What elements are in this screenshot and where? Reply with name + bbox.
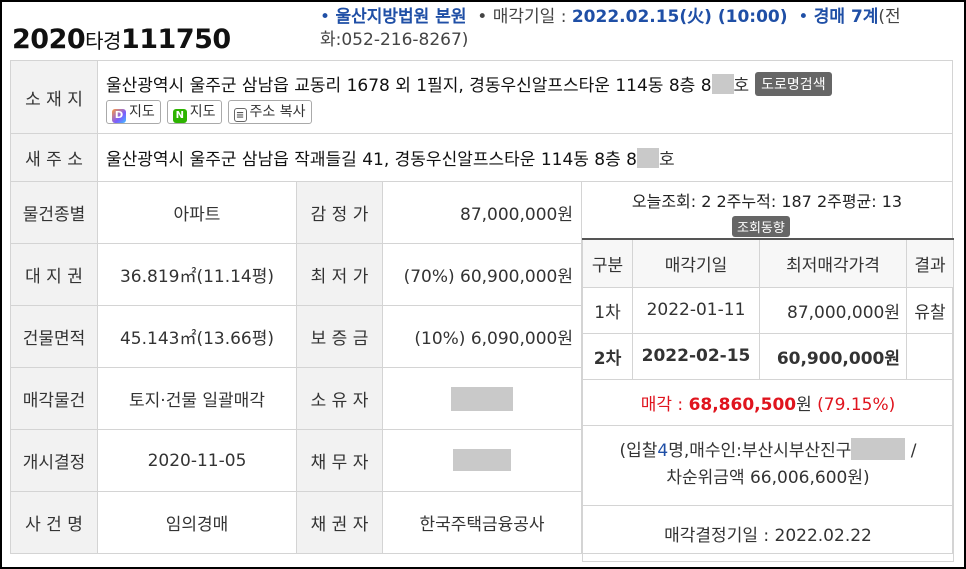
bid-info: (입찰4명,매수인:부산시부산진구 / 차순위금액 66,006,600원) bbox=[582, 424, 954, 506]
history-header-result: 결과 bbox=[906, 238, 954, 288]
building-area-label: 건물면적 bbox=[10, 305, 98, 368]
bid-count: 4 bbox=[657, 441, 669, 461]
sale-history-panel: 오늘조회: 2 2주누적: 187 2주평균: 13 조회동향 구분 매각기일 … bbox=[580, 181, 954, 562]
sale-item-value: 토지·건물 일괄매각 bbox=[97, 367, 297, 430]
new-address-cell: 울산광역시 울주군 삼남읍 작괘들길 41, 경동우신알프스타운 114동 8층… bbox=[96, 133, 954, 182]
history-price: 87,000,000원 bbox=[759, 286, 907, 334]
naver-logo-icon: N bbox=[172, 108, 187, 123]
sale-amount: 68,860,500 bbox=[688, 394, 797, 415]
case-info-header: • 울산지방법원 본원 • 매각기일 : 2022.02.15(火) (10:0… bbox=[320, 6, 960, 52]
commencement-value: 2020-11-05 bbox=[97, 429, 297, 492]
history-date: 2022-02-15 bbox=[632, 332, 760, 380]
appraisal-value: 87,000,000원 bbox=[382, 181, 582, 244]
address-text: 울산광역시 울주군 삼남읍 교동리 1678 외 1필지, 경동우신알프스타운 … bbox=[106, 75, 712, 96]
daum-map-button[interactable]: D 지도 bbox=[106, 99, 161, 124]
sale-result: 매각 : 68,860,500원 (79.15%) bbox=[582, 378, 954, 426]
debtor-value bbox=[382, 429, 582, 492]
address-cell: 울산광역시 울주군 삼남읍 교동리 1678 외 1필지, 경동우신알프스타운 … bbox=[96, 60, 954, 134]
sale-ratio: (79.15%) bbox=[817, 394, 896, 415]
decision-date: 매각결정기일 : 2022.02.22 bbox=[582, 504, 954, 562]
copy-icon: ≡ bbox=[233, 107, 247, 122]
property-info-table: 소 재 지 울산광역시 울주군 삼남읍 교동리 1678 외 1필지, 경동우신… bbox=[10, 60, 954, 562]
bullet-icon: • bbox=[320, 7, 331, 27]
masked-buyer bbox=[851, 438, 906, 460]
history-date: 2022-01-11 bbox=[632, 286, 760, 334]
appraisal-label: 감 정 가 bbox=[296, 181, 383, 244]
phone-number: 화:052-216-8267) bbox=[320, 30, 469, 50]
case-name-label: 사 건 명 bbox=[10, 491, 98, 554]
history-header-price: 최저매각가격 bbox=[759, 238, 907, 288]
masked-unit bbox=[637, 148, 659, 168]
deposit-label: 보 증 금 bbox=[296, 305, 383, 368]
creditor-value: 한국주택금융공사 bbox=[382, 491, 582, 554]
daum-logo-icon: D bbox=[112, 108, 126, 123]
auction-detail-panel: 2020타경111750 • 울산지방법원 본원 • 매각기일 : 2022.0… bbox=[0, 0, 966, 569]
sale-date-label: 매각기일 : bbox=[492, 7, 572, 27]
case-name-value: 임의경매 bbox=[97, 491, 297, 554]
view-stats: 오늘조회: 2 2주누적: 187 2주평균: 13 bbox=[631, 192, 903, 211]
naver-map-button[interactable]: N 지도 bbox=[166, 99, 222, 124]
bullet-icon: • bbox=[477, 7, 488, 27]
history-header-date: 매각기일 bbox=[632, 238, 760, 288]
copy-address-button[interactable]: ≡ 주소 복사 bbox=[227, 99, 312, 124]
history-round: 2차 bbox=[582, 332, 633, 380]
min-price-value: (70%) 60,900,000원 bbox=[382, 243, 582, 306]
land-right-label: 대 지 권 bbox=[10, 243, 98, 306]
owner-value bbox=[382, 367, 582, 430]
deposit-value: (10%) 6,090,000원 bbox=[382, 305, 582, 368]
new-address-text: 울산광역시 울주군 삼남읍 작괘들길 41, 경동우신알프스타운 114동 8층… bbox=[106, 150, 637, 170]
new-address-label: 새 주 소 bbox=[10, 133, 98, 182]
commencement-label: 개시결정 bbox=[10, 429, 98, 492]
masked-debtor bbox=[453, 449, 511, 471]
owner-label: 소 유 자 bbox=[296, 367, 383, 430]
sale-item-label: 매각물건 bbox=[10, 367, 98, 430]
case-number: 2020타경111750 bbox=[12, 24, 231, 55]
land-right-value: 36.819㎡(11.14평) bbox=[97, 243, 297, 306]
new-address-suffix: 호 bbox=[659, 150, 675, 170]
address-label: 소 재 지 bbox=[10, 60, 98, 134]
min-price-label: 최 저 가 bbox=[296, 243, 383, 306]
history-result: 유찰 bbox=[906, 286, 954, 334]
property-type-label: 물건종별 bbox=[10, 181, 98, 244]
auction-dept: 경매 7계 bbox=[813, 7, 879, 27]
creditor-label: 채 권 자 bbox=[296, 491, 383, 554]
road-address-search-button[interactable]: 도로명검색 bbox=[755, 71, 832, 96]
building-area-value: 45.143㎡(13.66평) bbox=[97, 305, 297, 368]
masked-unit bbox=[711, 73, 734, 94]
history-result bbox=[906, 332, 954, 380]
view-trend-button[interactable]: 조회동향 bbox=[732, 216, 790, 237]
court-name[interactable]: 울산지방법원 본원 bbox=[335, 7, 466, 27]
debtor-label: 채 무 자 bbox=[296, 429, 383, 492]
second-bid: 차순위금액 66,006,600원) bbox=[666, 468, 870, 488]
property-type-value[interactable]: 아파트 bbox=[97, 181, 297, 244]
history-price: 60,900,000원 bbox=[759, 332, 907, 380]
masked-owner bbox=[451, 386, 513, 411]
phone-label: (전 bbox=[878, 7, 901, 27]
history-header-round: 구분 bbox=[582, 238, 633, 288]
address-suffix: 호 bbox=[733, 75, 750, 96]
bullet-icon: • bbox=[798, 7, 809, 27]
history-round: 1차 bbox=[582, 286, 633, 334]
sale-history-table: 구분 매각기일 최저매각가격 결과 1차 2022-01-11 87,000,0… bbox=[582, 238, 954, 562]
sale-date: 2022.02.15(火) (10:00) bbox=[571, 7, 788, 27]
